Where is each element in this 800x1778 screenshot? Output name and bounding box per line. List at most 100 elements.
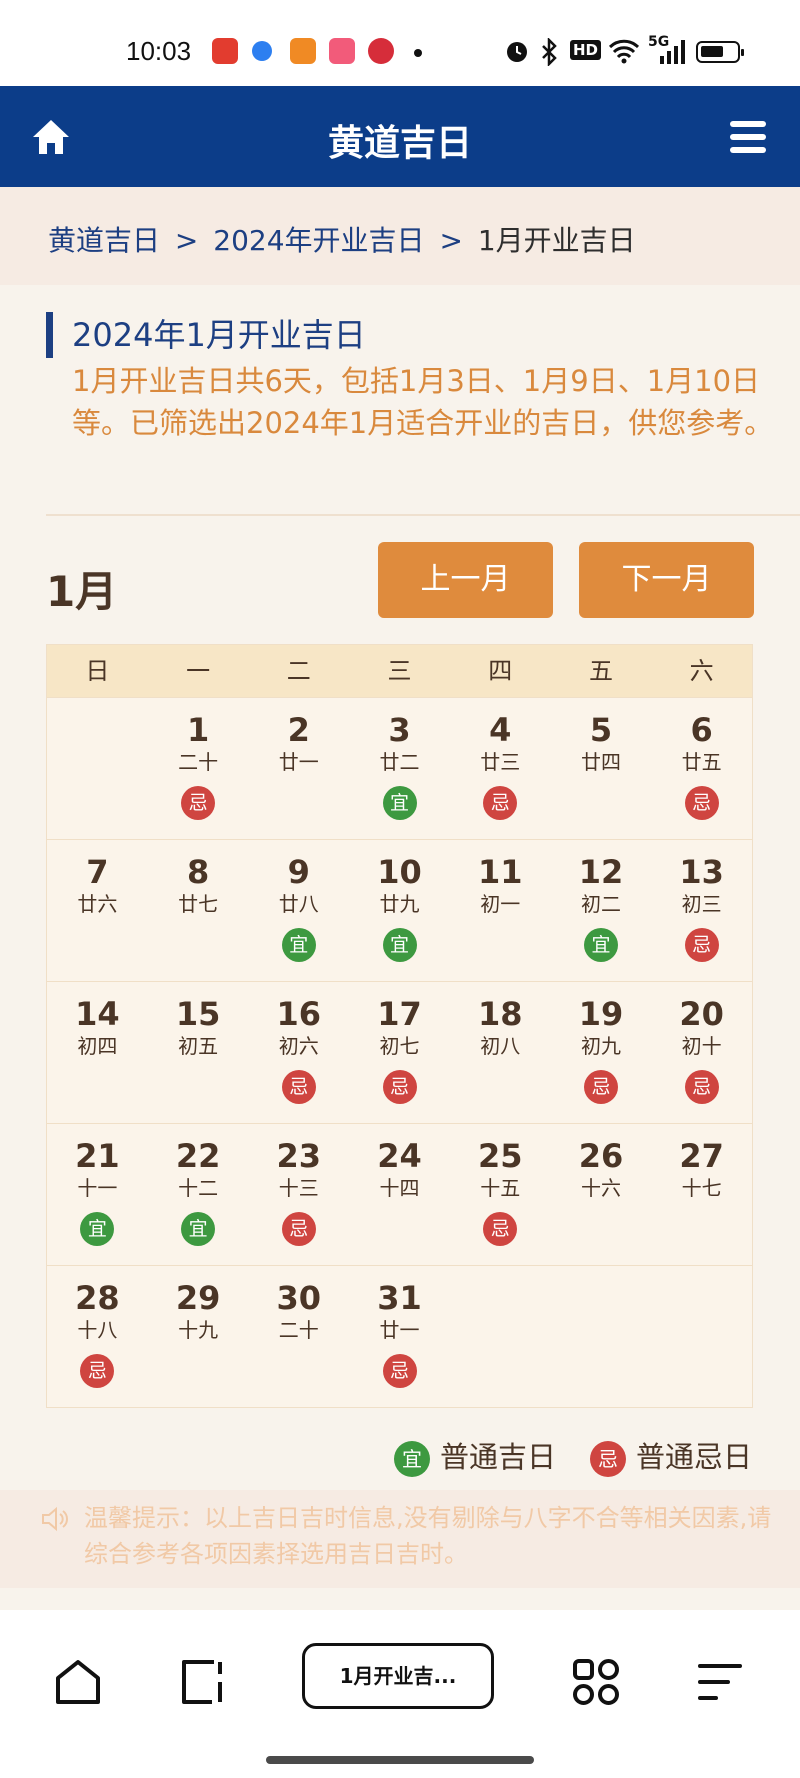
lunar-date: 初四	[77, 1034, 118, 1058]
lunar-date: 廿六	[77, 892, 118, 916]
legend-inauspicious-label: 普通忌日	[636, 1440, 753, 1474]
tip-banner: 温馨提示：以上吉日吉时信息,没有剔除与八字不合等相关因素,请综合参考各项因素择选…	[0, 1490, 800, 1588]
calendar-day-cell[interactable]: 25 十五忌	[450, 1124, 551, 1265]
calendar-day-cell[interactable]: 4 廿三忌	[450, 698, 551, 839]
legend-auspicious: 宜普通吉日	[394, 1434, 556, 1477]
calendar-day-cell[interactable]: 17 初七忌	[349, 982, 450, 1123]
calendar-empty-cell	[47, 698, 148, 839]
day-number: 22	[175, 1137, 221, 1175]
day-number: 26	[578, 1137, 624, 1175]
day-number: 24	[377, 1137, 422, 1175]
bluetooth-icon	[542, 38, 557, 66]
day-number: 7	[86, 853, 109, 891]
breadcrumb: 黄道吉日 > 2024年开业吉日 > 1月开业吉日	[0, 187, 800, 285]
auspicious-badge: 宜	[281, 928, 316, 962]
day-number: 30	[276, 1279, 322, 1317]
lunar-date: 十二	[178, 1176, 219, 1200]
day-number: 21	[75, 1137, 120, 1175]
inauspicious-badge: 忌	[181, 786, 216, 820]
day-number: 29	[175, 1279, 221, 1317]
calendar-day-cell[interactable]: 12 初二宜	[551, 840, 652, 981]
calendar-weekday-header: 日 一 二 三 四 五 六	[47, 645, 752, 697]
weekday-label: 四	[488, 657, 513, 685]
calendar-day-cell[interactable]: 5 廿四	[551, 698, 652, 839]
calendar-day-cell[interactable]: 24 十四	[349, 1124, 450, 1265]
inauspicious-badge: 忌	[483, 786, 518, 820]
calendar-day-cell[interactable]: 20 初十忌	[651, 982, 752, 1123]
calendar-day-cell[interactable]: 16 初六忌	[248, 982, 349, 1123]
calendar-day-cell[interactable]: 8 廿七	[148, 840, 249, 981]
inauspicious-badge: 忌	[281, 1212, 316, 1246]
day-number: 8	[186, 853, 210, 891]
auspicious-badge: 宜	[181, 1212, 216, 1246]
next-month-button[interactable]: 下一月	[579, 542, 754, 618]
lunar-date: 初九	[580, 1034, 621, 1058]
calendar-day-cell[interactable]: 14 初四	[47, 982, 148, 1123]
inauspicious-badge: 忌	[590, 1441, 626, 1477]
browser-bottom-bar: 1月开业吉...	[0, 1610, 800, 1778]
calendar-week-row: 7 廿六 8 廿七 9 廿八宜 10 廿九宜 11 初一 12 初二宜 13 初三忌	[47, 839, 752, 981]
day-number: 11	[477, 853, 523, 891]
calendar-day-cell[interactable]: 13 初三忌	[651, 840, 752, 981]
calendar-day-cell[interactable]: 7 廿六	[47, 840, 148, 981]
browser-menu-icon[interactable]	[694, 1656, 746, 1708]
breadcrumb-home-link[interactable]: 黄道吉日	[48, 224, 160, 257]
menu-icon[interactable]	[730, 121, 766, 153]
calendar-day-cell[interactable]: 3 廿二宜	[349, 698, 450, 839]
calendar-day-cell[interactable]: 21 十一宜	[47, 1124, 148, 1265]
inauspicious-badge: 忌	[483, 1212, 518, 1246]
calendar-day-cell[interactable]: 28 十八忌	[47, 1266, 148, 1407]
lunar-date: 初一	[480, 892, 521, 916]
day-number: 17	[377, 995, 422, 1033]
apps-grid-icon[interactable]	[570, 1656, 622, 1708]
lunar-date: 初十	[681, 1034, 722, 1058]
intro-description: 1月开业吉日共6天，包括1月3日、1月9日、1月10日等。已筛选出2024年1月…	[72, 364, 774, 440]
day-number: 6	[690, 711, 713, 749]
calendar-week-row: 1 二十忌 2 廿一 3 廿二宜 4 廿三忌 5 廿四 6 廿五忌	[47, 697, 752, 839]
prev-month-button[interactable]: 上一月	[378, 542, 553, 618]
calendar-day-cell[interactable]: 22 十二宜	[148, 1124, 249, 1265]
calendar-day-cell[interactable]: 30 二十	[248, 1266, 349, 1407]
calendar-day-cell[interactable]: 18 初八	[450, 982, 551, 1123]
lunar-date: 十四	[379, 1176, 420, 1200]
browser-home-icon[interactable]	[52, 1656, 104, 1708]
calendar-day-cell[interactable]: 1 二十忌	[148, 698, 249, 839]
lunar-date: 初二	[580, 892, 621, 916]
calendar-day-cell[interactable]: 11 初一	[450, 840, 551, 981]
day-number: 15	[175, 995, 221, 1033]
calendar-day-cell[interactable]: 15 初五	[148, 982, 249, 1123]
address-bar[interactable]: 1月开业吉...	[302, 1643, 494, 1709]
lunar-date: 廿一	[278, 750, 319, 774]
battery-icon	[696, 41, 744, 63]
calendar-day-cell[interactable]: 27 十七	[651, 1124, 752, 1265]
status-time: 10:03	[126, 36, 192, 66]
weekday-label: 日	[85, 657, 110, 685]
day-number: 19	[578, 995, 624, 1033]
tabs-icon[interactable]	[178, 1656, 230, 1708]
calendar-day-cell[interactable]: 29 十九	[148, 1266, 249, 1407]
calendar-day-cell[interactable]: 9 廿八宜	[248, 840, 349, 981]
calendar-day-cell[interactable]: 23 十三忌	[248, 1124, 349, 1265]
day-number: 9	[287, 853, 310, 891]
lunar-date: 十六	[580, 1176, 621, 1200]
inauspicious-badge: 忌	[684, 786, 719, 820]
calendar-day-cell[interactable]: 10 廿九宜	[349, 840, 450, 981]
weekday-label: 二	[286, 657, 311, 685]
lunar-date: 初七	[379, 1034, 420, 1058]
calendar-day-cell[interactable]: 2 廿一	[248, 698, 349, 839]
speaker-icon	[42, 1506, 68, 1532]
news-app-icon	[212, 38, 238, 64]
day-number: 23	[276, 1137, 322, 1175]
calendar-day-cell[interactable]: 19 初九忌	[551, 982, 652, 1123]
lunar-date: 廿八	[278, 892, 319, 916]
calendar-day-cell[interactable]: 31 廿一忌	[349, 1266, 450, 1407]
calendar-day-cell[interactable]: 6 廿五忌	[651, 698, 752, 839]
inauspicious-badge: 忌	[684, 1070, 719, 1104]
breadcrumb-year-link[interactable]: 2024年开业吉日	[213, 224, 424, 257]
calendar-day-cell[interactable]: 26 十六	[551, 1124, 652, 1265]
breadcrumb-separator: >	[174, 224, 199, 257]
lunar-date: 廿三	[480, 750, 521, 774]
lunar-date: 十七	[681, 1176, 722, 1200]
calendar-empty-cell	[551, 1266, 652, 1407]
signal-icon	[660, 40, 685, 64]
